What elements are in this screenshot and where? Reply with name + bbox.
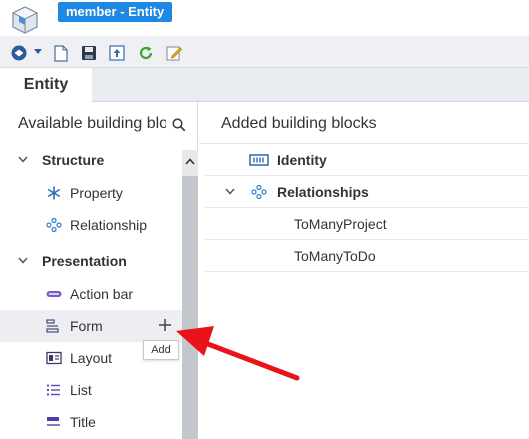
block-item-label: Form [70, 318, 103, 334]
added-block-label: ToManyToDo [294, 248, 376, 264]
asterisk-icon [47, 186, 61, 200]
refresh-icon[interactable] [137, 44, 155, 62]
window-title[interactable]: member - Entity [58, 2, 173, 22]
available-blocks-title: Available building blocks [18, 115, 166, 132]
publish-icon[interactable] [108, 44, 126, 62]
plus-icon[interactable] [157, 317, 173, 333]
added-block-relationships[interactable]: Relationships [205, 176, 529, 208]
chevron-down-icon[interactable] [225, 188, 235, 195]
block-item-label: List [70, 382, 92, 398]
available-blocks-panel: Available building blocks Structure Prop… [0, 102, 198, 439]
scroll-up-icon[interactable] [185, 158, 195, 165]
action-bar-icon [46, 291, 62, 297]
add-tooltip: Add [143, 340, 179, 360]
block-item-label: Action bar [70, 286, 134, 302]
scrollbar-thumb[interactable] [182, 176, 198, 439]
block-item-relationship[interactable]: Relationship [0, 209, 182, 241]
save-icon[interactable] [80, 44, 98, 62]
section-label: Presentation [42, 253, 127, 269]
search-icon[interactable] [172, 118, 186, 132]
block-item-label: Layout [70, 350, 113, 366]
section-structure[interactable]: Structure [0, 145, 182, 175]
added-block-label: Identity [277, 152, 327, 168]
add-block-button[interactable] [157, 317, 173, 333]
added-block-label: Relationships [277, 184, 369, 200]
tab-strip: Entity [0, 68, 529, 102]
block-item-label: Relationship [70, 217, 148, 233]
block-item-label: Title [70, 414, 96, 430]
title-icon [47, 417, 60, 426]
block-item-title[interactable]: Title [0, 406, 182, 438]
app-menu-caret-icon[interactable] [34, 49, 42, 54]
new-document-icon[interactable] [52, 44, 70, 62]
block-item-form[interactable]: Form [0, 310, 182, 342]
added-block-identity[interactable]: Identity [205, 144, 529, 176]
form-icon [46, 319, 59, 333]
chevron-down-icon[interactable] [18, 156, 28, 163]
added-block-tomanytodo[interactable]: ToManyToDo [205, 240, 529, 272]
edit-icon[interactable] [165, 44, 183, 62]
added-blocks-panel: Added building blocks Identity Relations… [199, 102, 529, 439]
relationship-icon [251, 185, 267, 199]
tab-entity[interactable]: Entity [0, 68, 92, 102]
relationship-icon [46, 218, 62, 232]
identity-icon [249, 154, 269, 166]
added-block-tomanyproject[interactable]: ToManyProject [205, 208, 529, 240]
section-label: Structure [42, 152, 105, 168]
block-item-action-bar[interactable]: Action bar [0, 278, 182, 310]
available-blocks-header: Available building blocks [0, 102, 198, 146]
added-blocks-header: Added building blocks [199, 102, 529, 144]
app-logo-icon [10, 5, 40, 35]
list-icon [47, 384, 60, 396]
added-block-label: ToManyProject [294, 216, 387, 232]
section-presentation[interactable]: Presentation [0, 246, 182, 276]
block-item-label: Property [70, 185, 123, 201]
app-menu-icon[interactable] [10, 44, 28, 62]
chevron-down-icon[interactable] [18, 257, 28, 264]
left-panel-scrollbar[interactable] [182, 150, 198, 439]
layout-icon [46, 351, 62, 365]
toolbar [0, 36, 529, 68]
added-blocks-title: Added building blocks [221, 115, 377, 132]
block-item-list[interactable]: List [0, 374, 182, 406]
block-item-property[interactable]: Property [0, 177, 182, 209]
title-bar: member - Entity [0, 0, 529, 36]
